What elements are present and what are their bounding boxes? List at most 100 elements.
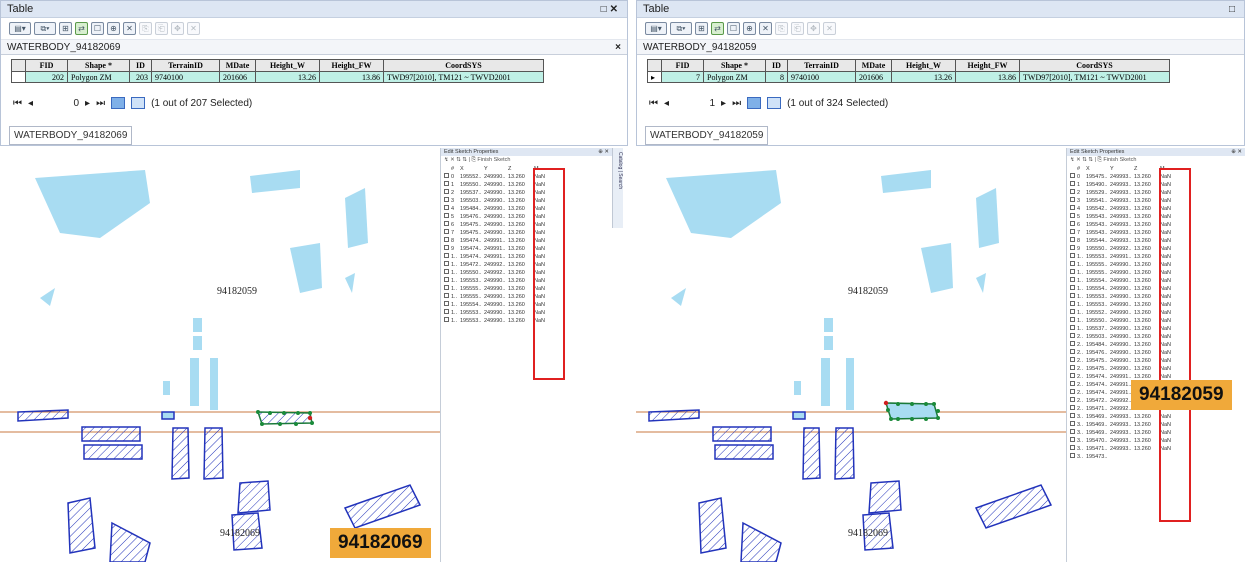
table-cell[interactable]: 13.26 <box>255 71 320 83</box>
show-selected-records-icon[interactable] <box>767 97 782 109</box>
table-cell[interactable]: 9740100 <box>787 71 856 83</box>
vertex-row[interactable]: 1.. 195553.. 249990.. 13.260 NaN <box>1067 301 1245 309</box>
zoom-to-selected-icon[interactable]: ⊕ <box>107 22 120 35</box>
table-layer-tab[interactable]: WATERBODY_94182059 <box>637 40 1244 55</box>
water-polygon[interactable] <box>210 358 218 410</box>
vertex-row[interactable]: 4 195484.. 249990.. 13.260 NaN <box>441 205 612 213</box>
vertex-checkbox[interactable] <box>1067 421 1077 429</box>
hatched-polygon[interactable] <box>868 480 902 514</box>
last-record-icon[interactable]: ⏭ <box>732 98 741 109</box>
vertex-checkbox[interactable] <box>1067 285 1077 293</box>
delete-selected-icon[interactable]: ✕ <box>759 22 772 35</box>
vertex-checkbox[interactable] <box>1067 397 1077 405</box>
map-canvas[interactable]: 94182059 94182069 <box>636 148 1066 562</box>
vertex-checkbox[interactable] <box>441 317 451 325</box>
table-cell[interactable]: 9740100 <box>151 71 220 83</box>
table-cell[interactable]: 201606 <box>855 71 892 83</box>
show-all-records-icon[interactable] <box>747 97 762 109</box>
column-header[interactable]: ID <box>129 59 152 72</box>
column-header[interactable]: CoordSYS <box>1019 59 1170 72</box>
vertex-checkbox[interactable] <box>441 237 451 245</box>
column-header[interactable]: Shape * <box>67 59 130 72</box>
vertex-checkbox[interactable] <box>1067 437 1077 445</box>
water-polygon[interactable] <box>345 188 368 248</box>
vertex-row[interactable]: 2.. 195484.. 249990.. 13.260 NaN <box>1067 341 1245 349</box>
hatched-polygon[interactable] <box>171 427 190 480</box>
water-polygon[interactable] <box>190 358 199 406</box>
clear-selection-icon[interactable]: ☐ <box>727 22 740 35</box>
clear-selection-icon[interactable]: ☐ <box>91 22 104 35</box>
vertex-checkbox[interactable] <box>1067 269 1077 277</box>
vertex-checkbox[interactable] <box>441 293 451 301</box>
water-polygon[interactable] <box>193 318 202 332</box>
vertex-row[interactable]: 8 195474.. 249991.. 13.260 NaN <box>441 237 612 245</box>
column-header[interactable]: Height_W <box>891 59 956 72</box>
vertex-checkbox[interactable] <box>1067 445 1077 453</box>
vertex-checkbox[interactable] <box>441 309 451 317</box>
vertex-checkbox[interactable] <box>1067 261 1077 269</box>
hatched-polygon[interactable] <box>974 484 1053 529</box>
vertex-checkbox[interactable] <box>1067 325 1077 333</box>
vertex-row[interactable]: 1 195550.. 249990.. 13.260 NaN <box>441 181 612 189</box>
vertex-row[interactable]: 2 195529.. 249993.. 13.260 NaN <box>1067 189 1245 197</box>
vertex-row[interactable]: 1.. 195550.. 249992.. 13.260 NaN <box>441 269 612 277</box>
table-cell[interactable]: 13.86 <box>955 71 1020 83</box>
vertex-row[interactable]: 4 195542.. 249993.. 13.260 NaN <box>1067 205 1245 213</box>
vertex-checkbox[interactable] <box>441 205 451 213</box>
vertex-row[interactable]: 6 195475.. 249990.. 13.260 NaN <box>441 221 612 229</box>
water-polygon[interactable] <box>821 358 830 406</box>
sketch-toolbar[interactable]: ↯ ✕ ⇅ ⇅ | ⎘ Finish Sketch <box>1067 156 1245 165</box>
vertex-row[interactable]: 3.. 195469.. 249993.. 13.260 NaN <box>1067 413 1245 421</box>
vertex-row[interactable]: 6 195543.. 249993.. 13.260 NaN <box>1067 221 1245 229</box>
related-tables-icon[interactable]: ⧉▾ <box>670 22 692 35</box>
water-polygon[interactable] <box>794 381 801 395</box>
zoom-to-selected-icon[interactable]: ⊕ <box>743 22 756 35</box>
vertex-row[interactable]: 9 195550.. 249992.. 13.260 NaN <box>1067 245 1245 253</box>
next-record-icon[interactable]: ▸ <box>721 98 726 109</box>
vertex-row[interactable]: 3.. 195469.. 249993.. 13.260 NaN <box>1067 429 1245 437</box>
vertex-checkbox[interactable] <box>1067 197 1077 205</box>
row-selector[interactable]: ▸ <box>647 71 662 83</box>
vertex-checkbox[interactable] <box>1067 373 1077 381</box>
record-number-input[interactable]: 1 <box>675 98 715 109</box>
vertex-checkbox[interactable] <box>1067 349 1077 357</box>
vertex-checkbox[interactable] <box>1067 333 1077 341</box>
vertex-row[interactable]: 1.. 195555.. 249990.. 13.260 NaN <box>441 293 612 301</box>
water-polygon[interactable] <box>345 273 355 293</box>
water-polygon[interactable] <box>193 336 202 350</box>
select-by-attributes-icon[interactable]: ⊞ <box>695 22 708 35</box>
vertex-row[interactable]: 1.. 195553.. 249990.. 13.260 NaN <box>441 277 612 285</box>
vertex-checkbox[interactable] <box>441 173 451 181</box>
pin-close-icon[interactable]: ⊕ ✕ <box>1231 149 1242 155</box>
vertex-row[interactable]: 0 195475.. 249993.. 13.260 NaN <box>1067 173 1245 181</box>
table-cell[interactable]: 7 <box>661 71 704 83</box>
table-cell[interactable]: 202 <box>25 71 68 83</box>
water-polygon[interactable] <box>163 381 170 395</box>
last-record-icon[interactable]: ⏭ <box>96 98 105 109</box>
related-tables-icon[interactable]: ⧉▾ <box>34 22 56 35</box>
hatched-polygon[interactable] <box>81 426 141 442</box>
vertex-checkbox[interactable] <box>1067 309 1077 317</box>
vertex-checkbox[interactable] <box>1067 293 1077 301</box>
vertex-checkbox[interactable] <box>441 285 451 293</box>
vertex-checkbox[interactable] <box>1067 341 1077 349</box>
table-options-icon[interactable]: ▤▾ <box>9 22 31 35</box>
vertex-row[interactable]: 3.. 195470.. 249993.. 13.260 NaN <box>1067 437 1245 445</box>
water-polygon[interactable] <box>881 170 931 193</box>
vertex-checkbox[interactable] <box>441 245 451 253</box>
table-row[interactable]: ▸ 7 Polygon ZM 8 9740100 201606 13.26 13… <box>647 71 1170 83</box>
vertex-checkbox[interactable] <box>1067 189 1077 197</box>
record-number-input[interactable]: 0 <box>39 98 79 109</box>
table-cell[interactable]: Polygon ZM <box>67 71 130 83</box>
vertex-row[interactable]: 1.. 195553.. 249990.. 13.260 NaN <box>441 309 612 317</box>
vertex-row[interactable]: 5 195476.. 249990.. 13.260 NaN <box>441 213 612 221</box>
vertex-row[interactable]: 2.. 195476.. 249990.. 13.260 NaN <box>1067 349 1245 357</box>
vertex-row[interactable]: 1.. 195554.. 249990.. 13.260 NaN <box>1067 277 1245 285</box>
water-polygon[interactable] <box>250 170 300 193</box>
hatched-polygon[interactable] <box>712 426 772 442</box>
select-by-attributes-icon[interactable]: ⊞ <box>59 22 72 35</box>
vertex-checkbox[interactable] <box>1067 357 1077 365</box>
vertex-row[interactable]: 7 195475.. 249990.. 13.260 NaN <box>441 229 612 237</box>
table-cell[interactable]: 8 <box>765 71 788 83</box>
vertex-checkbox[interactable] <box>1067 405 1077 413</box>
